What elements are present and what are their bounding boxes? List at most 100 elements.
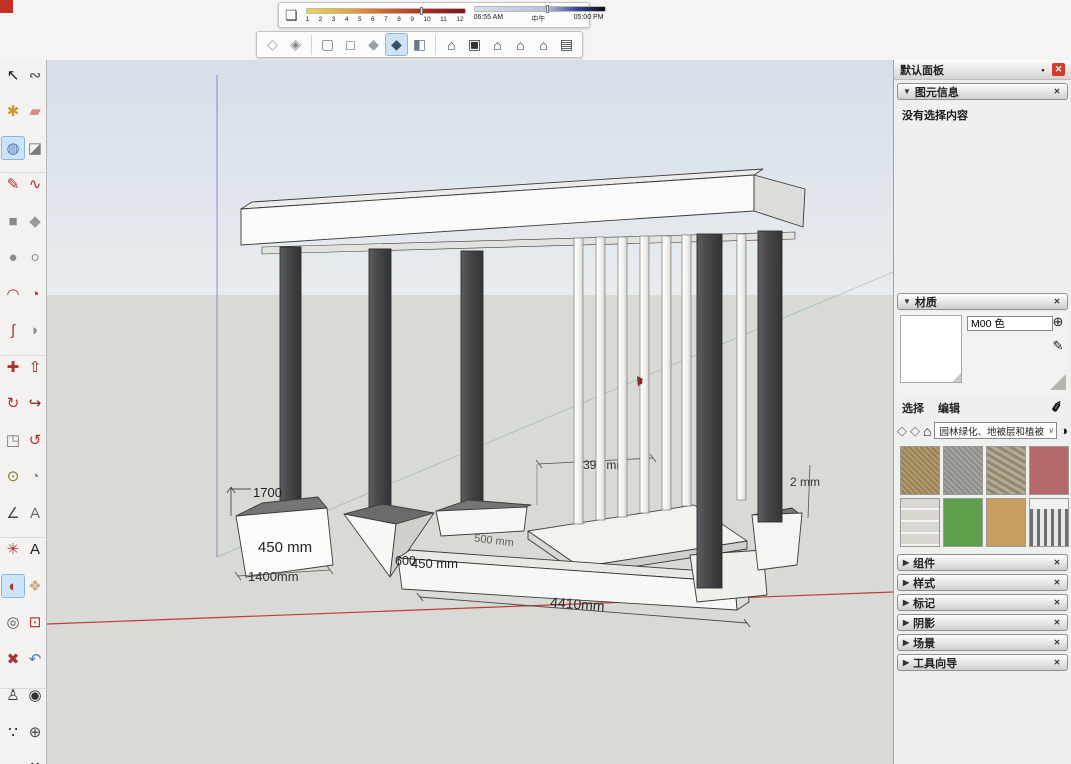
home-icon[interactable]: ⌂ xyxy=(923,423,931,439)
create-material-icon[interactable]: ⊕ xyxy=(1050,314,1066,330)
viewport-canvas[interactable]: 390 mm 2 mm 1700 450 mm 1400mm xyxy=(47,60,893,764)
iso-view-button[interactable]: ⌂ xyxy=(441,34,462,55)
foundation-1[interactable] xyxy=(236,497,333,577)
section-styles[interactable]: ▶样式✕ xyxy=(897,574,1068,591)
axes-tool[interactable]: ✳ xyxy=(2,539,24,561)
swatch-rose[interactable] xyxy=(1029,446,1069,495)
swatch-ochre[interactable] xyxy=(986,498,1026,547)
follow-me-tool[interactable]: ↪ xyxy=(24,393,46,415)
pie-tool[interactable]: ◔ xyxy=(24,283,46,305)
section-shadows-close-icon[interactable]: ✕ xyxy=(1052,618,1062,627)
shadow-date-slider[interactable]: 123456789101112 xyxy=(306,8,466,23)
shaded-button[interactable]: ◆ xyxy=(363,34,384,55)
tray-title-bar[interactable]: 默认面板 ▪ ✕ xyxy=(894,60,1071,80)
back-edges-button[interactable]: ◈ xyxy=(285,34,306,55)
freehand-tool[interactable]: ∿ xyxy=(24,174,46,196)
section-styles-close-icon[interactable]: ✕ xyxy=(1052,578,1062,587)
previous-view-tool[interactable]: ↶ xyxy=(24,648,46,670)
back-view-button[interactable]: ⌂ xyxy=(533,34,554,55)
offset-tool[interactable]: ↺ xyxy=(24,429,46,451)
pattern-sphere-tool[interactable]: ◍ xyxy=(2,137,24,159)
scale-tool[interactable]: ◳ xyxy=(2,429,24,451)
section-components[interactable]: ▶组件✕ xyxy=(897,554,1068,571)
top-view-button[interactable]: ▣ xyxy=(464,34,485,55)
tape-measure-tool[interactable]: ⊙ xyxy=(2,466,24,488)
swatch-pebbles[interactable] xyxy=(986,446,1026,495)
section-components-close-icon[interactable]: ✕ xyxy=(1052,558,1062,567)
text-tool[interactable]: A xyxy=(24,502,46,524)
materials-close-icon[interactable]: ✕ xyxy=(1052,297,1062,306)
tool-partial-a[interactable]: ◔ xyxy=(2,758,24,764)
arc-tool[interactable]: ◠ xyxy=(2,283,24,305)
eraser-tool[interactable]: ▰ xyxy=(24,101,46,123)
curve-tool[interactable]: ʃ xyxy=(2,320,24,342)
tab-edit[interactable]: 编辑 xyxy=(938,400,960,416)
shadow-time-slider[interactable]: 06:55 AM 中午 05:00 PM xyxy=(474,6,606,24)
tool-partial-b[interactable]: ✖ xyxy=(24,758,46,764)
swatch-gravel-brown[interactable] xyxy=(900,446,940,495)
front-view-button[interactable]: ⌂ xyxy=(487,34,508,55)
orbit-tool[interactable]: ◐ xyxy=(2,575,24,597)
hidden-line-button[interactable]: □ xyxy=(340,34,361,55)
shadow-toggle-icon[interactable]: ❏ xyxy=(285,5,298,25)
wireframe-button[interactable]: ▢ xyxy=(317,34,338,55)
section-tags[interactable]: ▶标记✕ xyxy=(897,594,1068,611)
swatch-gravel-gray[interactable] xyxy=(943,446,983,495)
entity-info-close-icon[interactable]: ✕ xyxy=(1052,87,1062,96)
select-tool[interactable]: ↖ xyxy=(2,64,24,86)
sample-paint-icon[interactable]: ◑ xyxy=(1060,423,1068,438)
material-name-input[interactable] xyxy=(967,316,1053,331)
column-1[interactable] xyxy=(280,247,301,515)
paint-bucket-tool[interactable]: ✱ xyxy=(2,101,24,123)
circle-tool[interactable]: ● xyxy=(2,247,24,269)
time-slider-handle[interactable] xyxy=(546,5,549,13)
eyedropper-icon[interactable]: ✐ xyxy=(1050,398,1065,417)
rotated-rectangle-tool[interactable]: ◆ xyxy=(24,210,46,232)
material-swatch-tool[interactable]: ◪ xyxy=(24,137,46,159)
zoom-extents-tool[interactable]: ✖ xyxy=(2,648,24,670)
column-4[interactable] xyxy=(697,234,722,588)
protractor-tool[interactable]: ◔ xyxy=(24,466,46,488)
3d-text-tool[interactable]: A xyxy=(24,539,46,561)
left-view-button[interactable]: ▤ xyxy=(556,34,577,55)
rectangle-tool[interactable]: ■ xyxy=(2,210,24,232)
monochrome-button[interactable]: ◧ xyxy=(409,34,430,55)
section-tags-close-icon[interactable]: ✕ xyxy=(1052,598,1062,607)
shaded-with-textures-button[interactable]: ◆ xyxy=(386,34,407,55)
section-plane-tool[interactable]: ⊕ xyxy=(24,721,46,743)
section-scenes-close-icon[interactable]: ✕ xyxy=(1052,638,1062,647)
section-instructor[interactable]: ▶工具向导✕ xyxy=(897,654,1068,671)
collection-dropdown[interactable]: 园林绿化、地被层和植被 ∨ xyxy=(934,422,1057,439)
dimension-tool[interactable]: ∠ xyxy=(2,502,24,524)
column-2[interactable] xyxy=(369,249,391,522)
polygon-tool[interactable]: ○ xyxy=(24,247,46,269)
back-icon[interactable]: ◇ xyxy=(897,423,907,439)
section-shadows[interactable]: ▶阴影✕ xyxy=(897,614,1068,631)
section-scenes[interactable]: ▶场景✕ xyxy=(897,634,1068,651)
forward-icon[interactable]: ◇ xyxy=(910,423,920,439)
swatch-fence[interactable] xyxy=(1029,498,1069,547)
xray-button[interactable]: ◇ xyxy=(262,34,283,55)
move-tool[interactable]: ✚ xyxy=(2,356,24,378)
material-preview[interactable] xyxy=(900,315,962,383)
column-5[interactable] xyxy=(758,231,782,522)
lasso-select-tool[interactable]: ∾ xyxy=(24,64,46,86)
materials-header[interactable]: ▼ 材质 ✕ xyxy=(897,293,1068,310)
zoom-window-tool[interactable]: ⊡ xyxy=(24,612,46,634)
date-slider-handle[interactable] xyxy=(420,7,423,15)
line-tool[interactable]: ✎ xyxy=(2,174,24,196)
zoom-tool[interactable]: ◎ xyxy=(2,612,24,634)
column-3[interactable] xyxy=(461,251,483,510)
rotate-tool[interactable]: ↻ xyxy=(2,393,24,415)
pan-tool[interactable]: ❖ xyxy=(24,575,46,597)
section-instructor-close-icon[interactable]: ✕ xyxy=(1052,658,1062,667)
push-pull-tool[interactable]: ⇧ xyxy=(24,356,46,378)
right-view-button[interactable]: ⌂ xyxy=(510,34,531,55)
tray-close-button[interactable]: ✕ xyxy=(1052,63,1065,76)
walk-tool[interactable]: ∵ xyxy=(2,721,24,743)
filled-arc-tool[interactable]: ◗ xyxy=(24,320,46,342)
swatch-grass-green[interactable] xyxy=(943,498,983,547)
swatch-pavers[interactable] xyxy=(900,498,940,547)
entity-info-header[interactable]: ▼ 图元信息 ✕ xyxy=(897,83,1068,100)
tab-select[interactable]: 选择 xyxy=(902,400,924,416)
